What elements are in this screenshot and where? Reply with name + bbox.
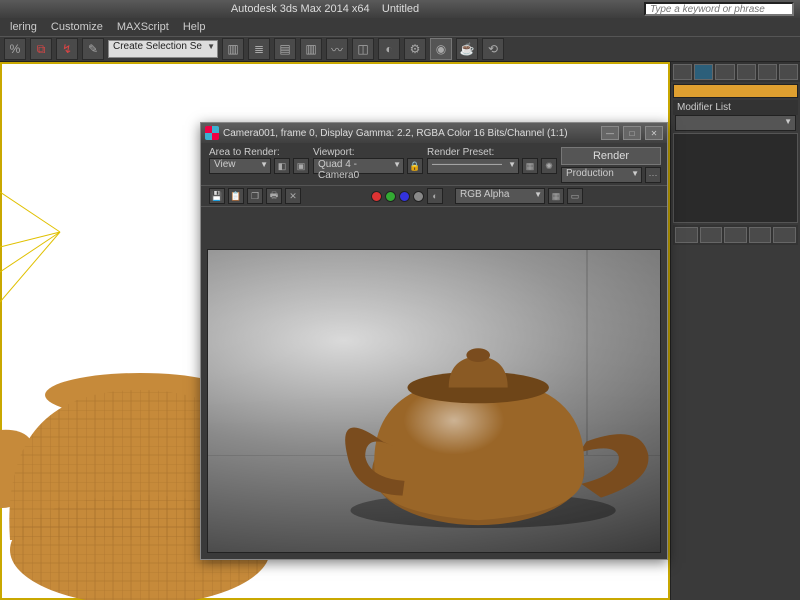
environment-icon[interactable]: ✺ [541,158,557,174]
render-window-title: Camera001, frame 0, Display Gamma: 2.2, … [223,128,597,139]
toggle-overlay-icon[interactable]: ▦ [548,188,564,204]
render-preset-dropdown[interactable]: ——————— [427,158,519,174]
remove-modifier-icon[interactable] [749,227,772,243]
print-icon[interactable]: 🖶 [266,188,282,204]
menu-customize[interactable]: Customize [51,21,103,33]
make-unique-icon[interactable] [724,227,747,243]
monochrome-icon[interactable]: ◐ [427,188,443,204]
material-editor-icon[interactable]: ◐ [378,38,400,60]
named-selection-dropdown[interactable]: Create Selection Se [108,40,218,58]
percent-snap-icon[interactable]: % [4,38,26,60]
object-color-swatch[interactable] [673,84,798,98]
mirror-icon[interactable]: ▥ [222,38,244,60]
rendered-frame-window[interactable]: Camera001, frame 0, Display Gamma: 2.2, … [200,122,668,560]
viewport-dropdown[interactable]: Quad 4 - Camera0 [313,158,404,174]
area-to-render-label: Area to Render: [209,147,309,158]
display-tab[interactable] [758,64,777,80]
viewport-label: Viewport: [313,147,423,158]
toggle-red-channel[interactable] [371,191,382,202]
doc-name: Untitled [382,3,419,15]
render-output-canvas[interactable] [207,249,661,553]
app-name: Autodesk 3ds Max 2014 x64 [231,3,370,15]
channel-display-dropdown[interactable]: RGB Alpha [455,188,545,204]
command-panel-tabs [671,62,800,82]
create-tab[interactable] [673,64,692,80]
auto-region-icon[interactable]: ▣ [293,158,309,174]
minimize-icon[interactable]: — [601,126,619,140]
rendered-teapot [208,250,660,553]
save-image-icon[interactable]: 💾 [209,188,225,204]
render-production-icon[interactable]: ☕ [456,38,478,60]
toggle-green-channel[interactable] [385,191,396,202]
camera-gizmo [0,192,80,312]
command-panel: Modifier List [670,62,800,600]
toggle-frame-icon[interactable]: ▭ [567,188,583,204]
render-setup-icon[interactable]: ⚙ [404,38,426,60]
schematic-view-icon[interactable]: ◫ [352,38,374,60]
edit-region-icon[interactable]: ◧ [274,158,290,174]
app-logo-icon [205,126,219,140]
menu-rendering[interactable]: lering [10,21,37,33]
render-preset-label: Render Preset: [427,147,557,158]
utilities-tab[interactable] [779,64,798,80]
render-setup-shortcut-icon[interactable]: ▦ [522,158,538,174]
production-dropdown[interactable]: Production [561,167,642,183]
pin-stack-icon[interactable] [675,227,698,243]
layers-icon[interactable]: ▤ [274,38,296,60]
rendered-frame-icon[interactable]: ◉ [430,38,452,60]
lock-viewport-icon[interactable]: 🔒 [407,158,423,174]
modifier-stack[interactable] [673,133,798,223]
maximize-icon[interactable]: □ [623,126,641,140]
clear-icon[interactable]: ✕ [285,188,301,204]
menu-bar: lering Customize MAXScript Help [0,18,800,36]
main-toolbar: % ⧉ ↯ ✎ Create Selection Se ▥ ≣ ▤ ▥ 〰 ◫ … [0,36,800,62]
modifier-list-label: Modifier List [673,100,798,115]
help-search-input[interactable] [644,2,794,16]
render-iterative-icon[interactable]: ⟲ [482,38,504,60]
menu-maxscript[interactable]: MAXScript [117,21,169,33]
clone-window-icon[interactable]: ❐ [247,188,263,204]
toggle-blue-channel[interactable] [399,191,410,202]
toggle-alpha-channel[interactable] [413,191,424,202]
modify-tab[interactable] [694,64,713,80]
layer-manager-icon[interactable]: ▥ [300,38,322,60]
axis-constraint-icon[interactable]: ↯ [56,38,78,60]
menu-help[interactable]: Help [183,21,206,33]
show-end-result-icon[interactable] [700,227,723,243]
hierarchy-tab[interactable] [715,64,734,80]
render-button[interactable]: Render [561,147,661,165]
motion-tab[interactable] [737,64,756,80]
preset-settings-icon[interactable]: ⋯ [645,167,661,183]
copy-image-icon[interactable]: 📋 [228,188,244,204]
configure-sets-icon[interactable] [773,227,796,243]
area-to-render-dropdown[interactable]: View [209,158,271,174]
render-toolbar: 💾 📋 ❐ 🖶 ✕ ◐ RGB Alpha ▦ ▭ [201,185,667,207]
edit-named-sel-icon[interactable]: ✎ [82,38,104,60]
app-title: Autodesk 3ds Max 2014 x64 Untitled [6,3,644,15]
render-window-titlebar[interactable]: Camera001, frame 0, Display Gamma: 2.2, … [201,123,667,143]
render-controls-row1: Area to Render: View ◧ ▣ Viewport: Quad … [201,143,667,185]
magnet-icon[interactable]: ⧉ [30,38,52,60]
app-titlebar: Autodesk 3ds Max 2014 x64 Untitled [0,0,800,18]
close-icon[interactable]: ✕ [645,126,663,140]
curve-editor-icon[interactable]: 〰 [326,38,348,60]
modifier-stack-toolbar [673,225,798,245]
modifier-list-dropdown[interactable] [675,115,796,131]
align-icon[interactable]: ≣ [248,38,270,60]
